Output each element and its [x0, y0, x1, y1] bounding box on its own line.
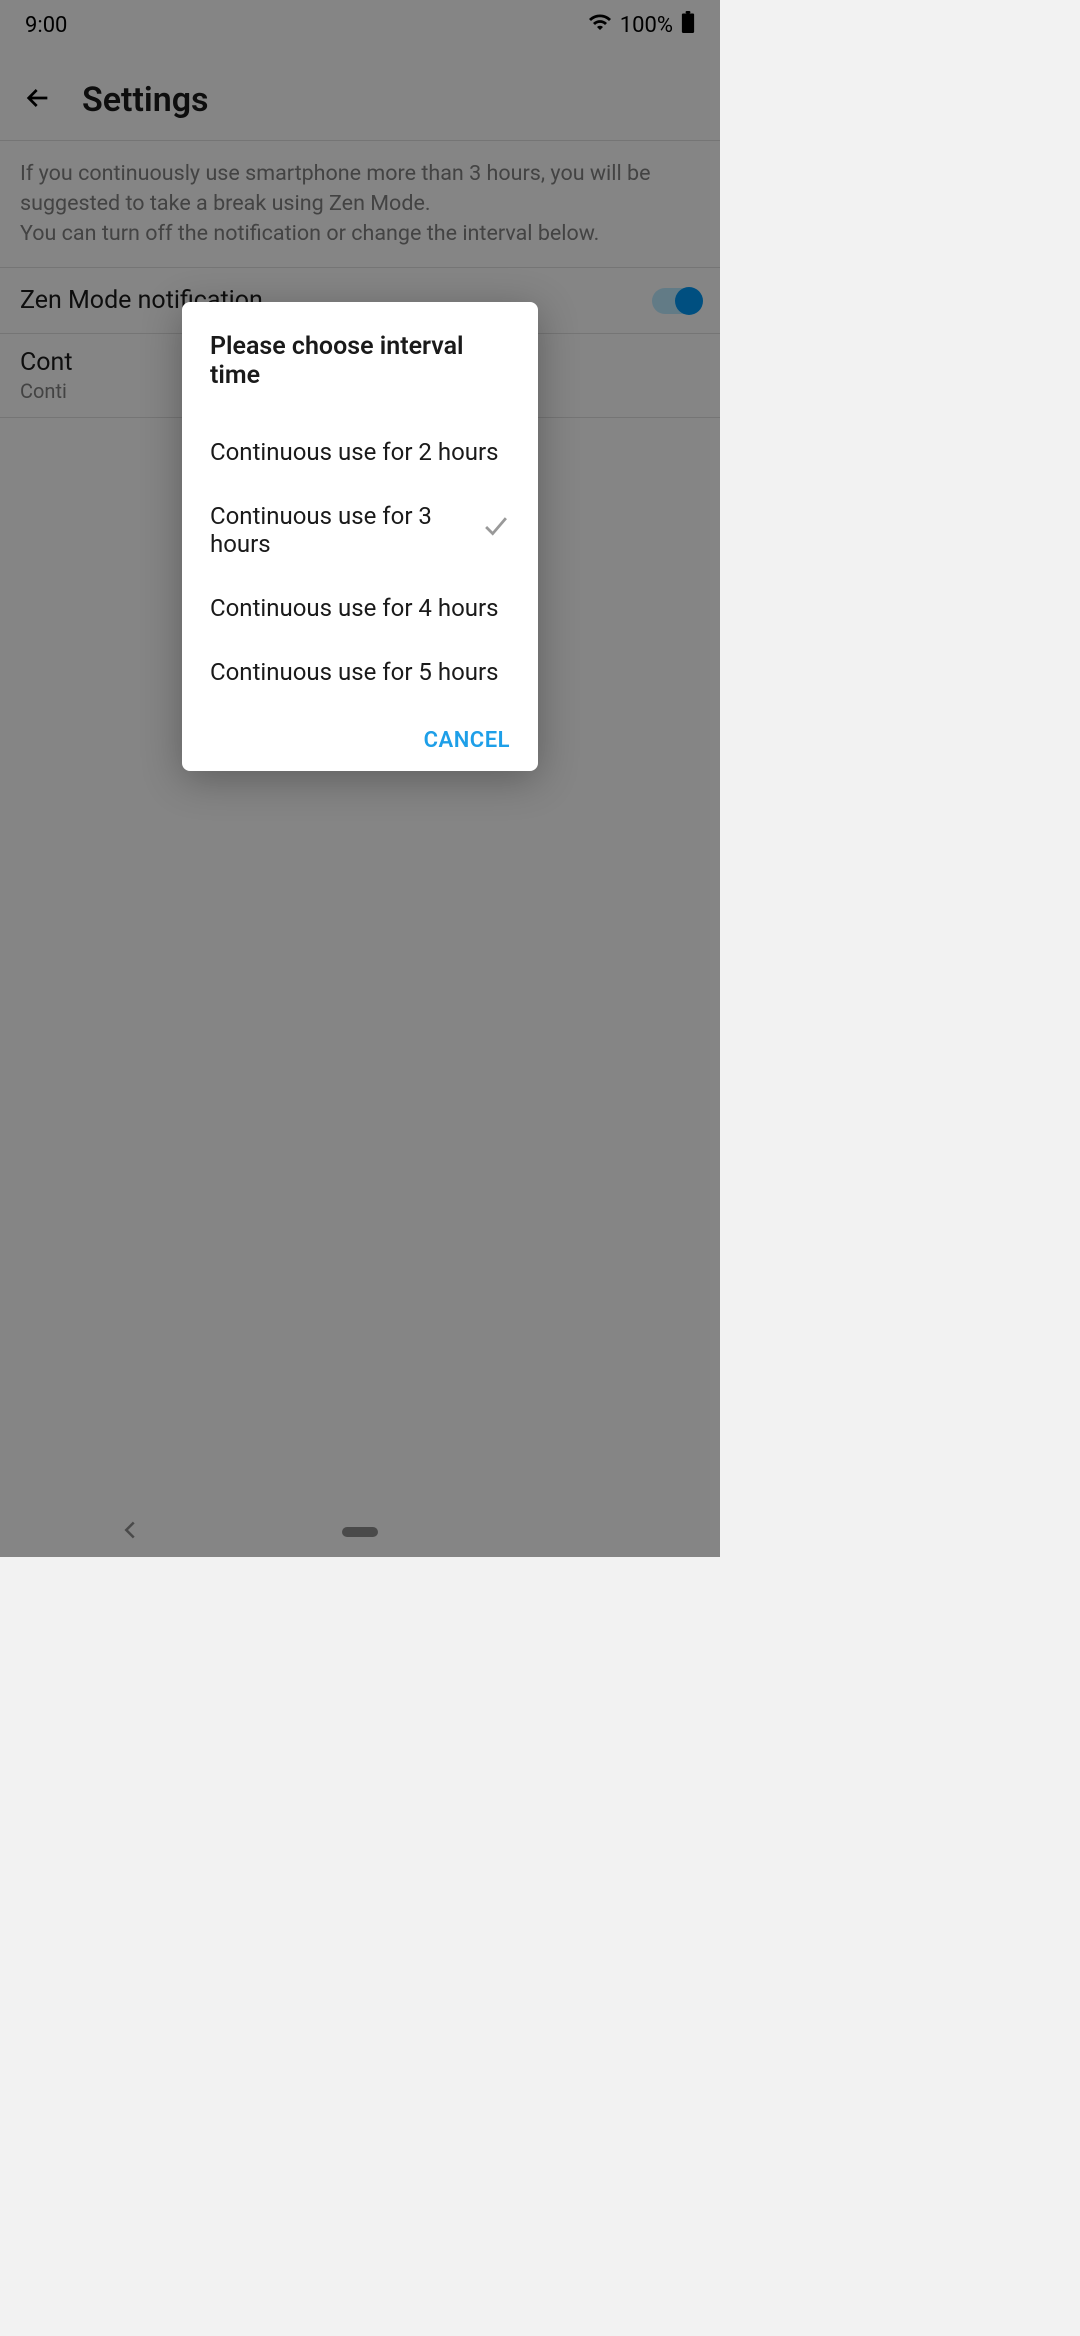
- interval-option-3h[interactable]: Continuous use for 3 hours: [182, 484, 538, 576]
- option-label: Continuous use for 4 hours: [210, 594, 499, 622]
- cancel-button[interactable]: CANCEL: [424, 728, 510, 753]
- interval-dialog: Please choose interval time Continuous u…: [182, 302, 538, 771]
- interval-option-5h[interactable]: Continuous use for 5 hours: [182, 640, 538, 704]
- option-label: Continuous use for 5 hours: [210, 658, 499, 686]
- dialog-title: Please choose interval time: [182, 332, 538, 410]
- dialog-overlay[interactable]: Please choose interval time Continuous u…: [0, 0, 720, 1557]
- dialog-actions: CANCEL: [182, 714, 538, 753]
- interval-option-4h[interactable]: Continuous use for 4 hours: [182, 576, 538, 640]
- interval-option-2h[interactable]: Continuous use for 2 hours: [182, 420, 538, 484]
- dialog-options: Continuous use for 2 hours Continuous us…: [182, 410, 538, 714]
- option-label: Continuous use for 3 hours: [210, 502, 482, 558]
- check-icon: [482, 516, 510, 544]
- option-label: Continuous use for 2 hours: [210, 438, 499, 466]
